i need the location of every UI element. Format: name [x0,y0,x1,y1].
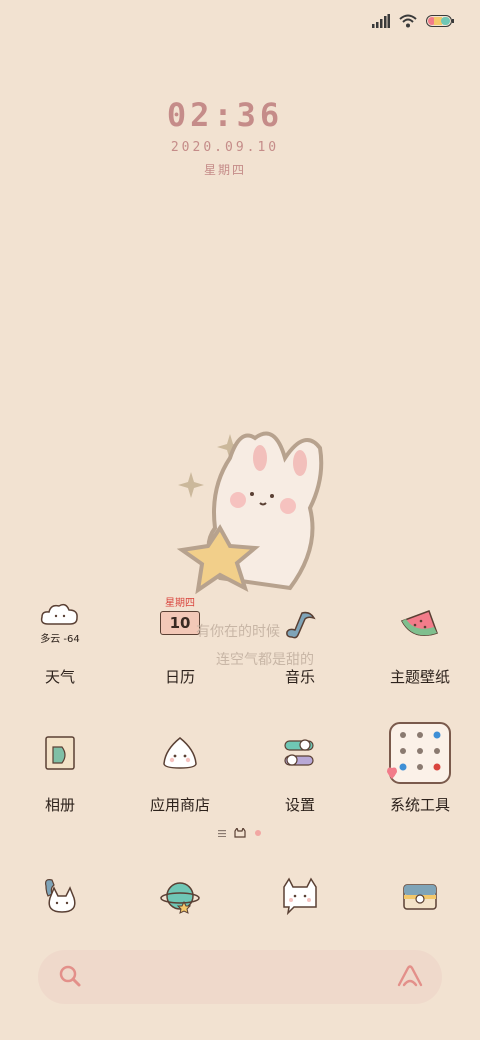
clock-time: 02:36 [166,96,284,134]
status-bar [372,8,454,34]
app-label: 设置 [284,796,315,814]
planet-browser-icon [160,882,200,914]
app-label: 相册 [44,796,75,814]
clock-weekday: 星期四 [203,163,246,177]
dock-browser[interactable] [120,860,240,932]
app-theme-wallpaper[interactable]: 主题壁纸 [360,590,480,687]
dock-messages[interactable] [240,860,360,932]
dock-camera[interactable] [360,860,480,932]
app-album[interactable]: 相册 [0,718,120,815]
dock [0,860,480,932]
clock-widget[interactable]: 02:36 2020.09.10 星期四 [0,96,450,178]
clock-date: 2020.09.10 [170,140,280,155]
album-icon [45,736,75,770]
home-page-icon [234,828,246,838]
wallpaper-caption: 有你在的时候 连空气都是甜的 [196,624,314,668]
menu-icon [218,830,226,837]
wifi-icon [399,14,417,28]
watermelon-icon [400,610,438,636]
weather-widget-text: 多云 -64 [40,634,80,645]
app-label: 系统工具 [389,796,450,814]
app-settings[interactable]: 设置 [240,718,360,815]
calendar-day: 10 [169,614,191,632]
assistant-icon[interactable] [396,963,424,991]
app-label: 天气 [44,668,75,686]
app-app-store[interactable]: 应用商店 [120,718,240,815]
dock-phone[interactable] [0,860,120,932]
calendar-weekday: 星期四 [165,598,195,609]
search-icon[interactable] [58,964,82,988]
system-tools-folder-icon [387,722,451,784]
page-dot-icon [255,830,261,836]
app-weather[interactable]: 多云 -64 天气 [0,590,120,687]
search-bar[interactable] [38,950,442,1006]
app-system-tools[interactable]: 系统工具 [360,718,480,815]
page-indicator[interactable] [0,828,480,838]
battery-icon [426,15,454,27]
bunny-message-icon [283,877,317,915]
search-input[interactable] [98,950,382,1006]
rice-ball-icon [163,737,197,769]
home-grid-row-2: 相册 应用商店 设置 系统工具 [0,718,480,815]
weather-cloud-icon [40,603,78,625]
settings-toggle-icon [284,739,314,766]
phone-bunny-icon [45,879,76,913]
calendar-icon: 星期四 10 [160,598,200,638]
signal-icon [372,14,390,28]
app-label: 主题壁纸 [389,668,450,686]
camera-icon [403,884,437,910]
app-label: 日历 [164,668,195,686]
app-label: 应用商店 [149,796,210,814]
